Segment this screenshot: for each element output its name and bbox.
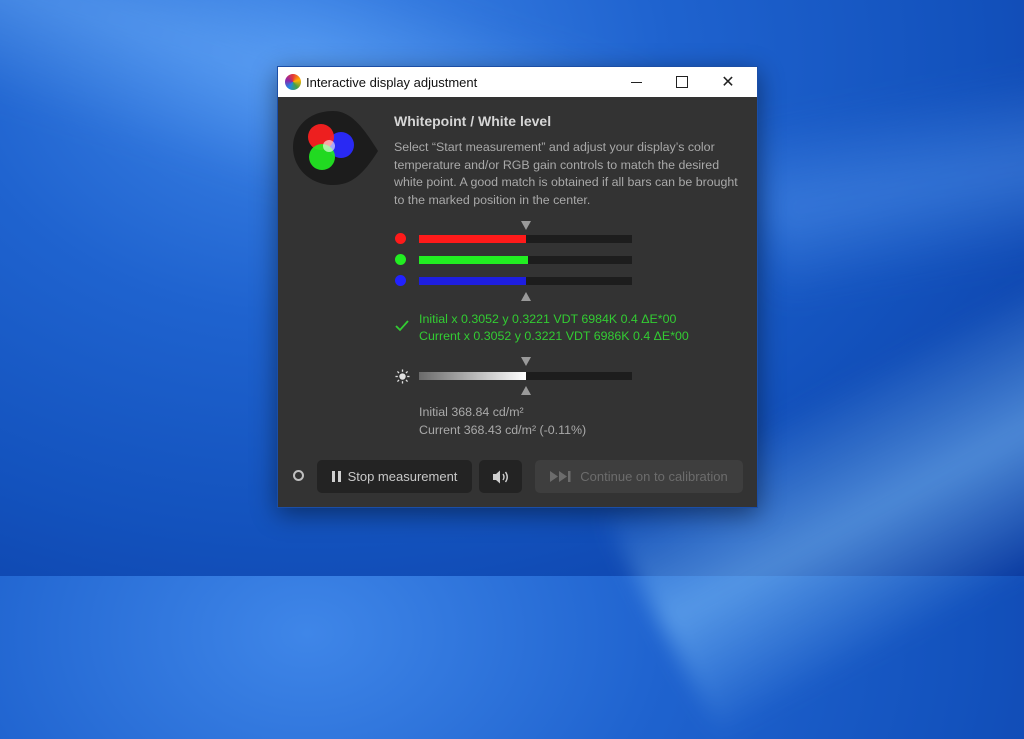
speaker-icon [492,470,508,483]
minimize-icon [630,81,642,83]
luminance-target-marker-top [521,357,531,366]
status-ring-icon [293,470,304,481]
rgb-target-marker-top [521,221,531,230]
minimize-button[interactable] [613,67,659,97]
check-icon [395,320,409,332]
maximize-icon [676,76,688,88]
continue-label: Continue on to calibration [580,469,728,484]
luminance-bar [419,372,632,380]
stop-measurement-label: Stop measurement [347,469,458,484]
blue-channel-fill [419,277,526,285]
continue-to-calibration-button[interactable]: Continue on to calibration [535,460,743,493]
rgb-logo-icon [293,111,378,185]
window-title: Interactive display adjustment [306,75,478,90]
skip-forward-icon [550,471,571,482]
pause-icon [331,471,341,482]
chromaticity-current: Current x 0.3052 y 0.3221 VDT 6986K 0.4 … [419,329,689,343]
display-adjustment-window: Interactive display adjustment ✕ Whitepo… [277,66,758,508]
red-channel-bar [419,235,632,243]
maximize-button[interactable] [659,67,705,97]
close-icon: ✕ [721,74,735,91]
green-channel-dot [395,254,406,265]
title-bar[interactable]: Interactive display adjustment ✕ [278,67,757,97]
sun-icon [395,369,410,384]
green-channel-fill [419,256,528,264]
red-channel-dot [395,233,406,244]
luminance-current: Current 368.43 cd/m² (-0.11%) [419,423,587,437]
luminance-target-marker-bottom [521,386,531,395]
luminance-fill [419,372,526,380]
sound-toggle-button[interactable] [479,460,522,493]
app-icon [285,74,301,90]
green-channel-bar [419,256,632,264]
chromaticity-initial: Initial x 0.3052 y 0.3221 VDT 6984K 0.4 … [419,312,677,326]
stop-measurement-button[interactable]: Stop measurement [317,460,472,493]
section-heading: Whitepoint / White level [394,113,552,129]
instructions-text: Select “Start measurement” and adjust yo… [394,140,738,207]
close-button[interactable]: ✕ [705,67,751,97]
rgb-target-marker-bottom [521,292,531,301]
luminance-initial: Initial 368.84 cd/m² [419,405,524,419]
blue-channel-bar [419,277,632,285]
blue-channel-dot [395,275,406,286]
red-channel-fill [419,235,526,243]
